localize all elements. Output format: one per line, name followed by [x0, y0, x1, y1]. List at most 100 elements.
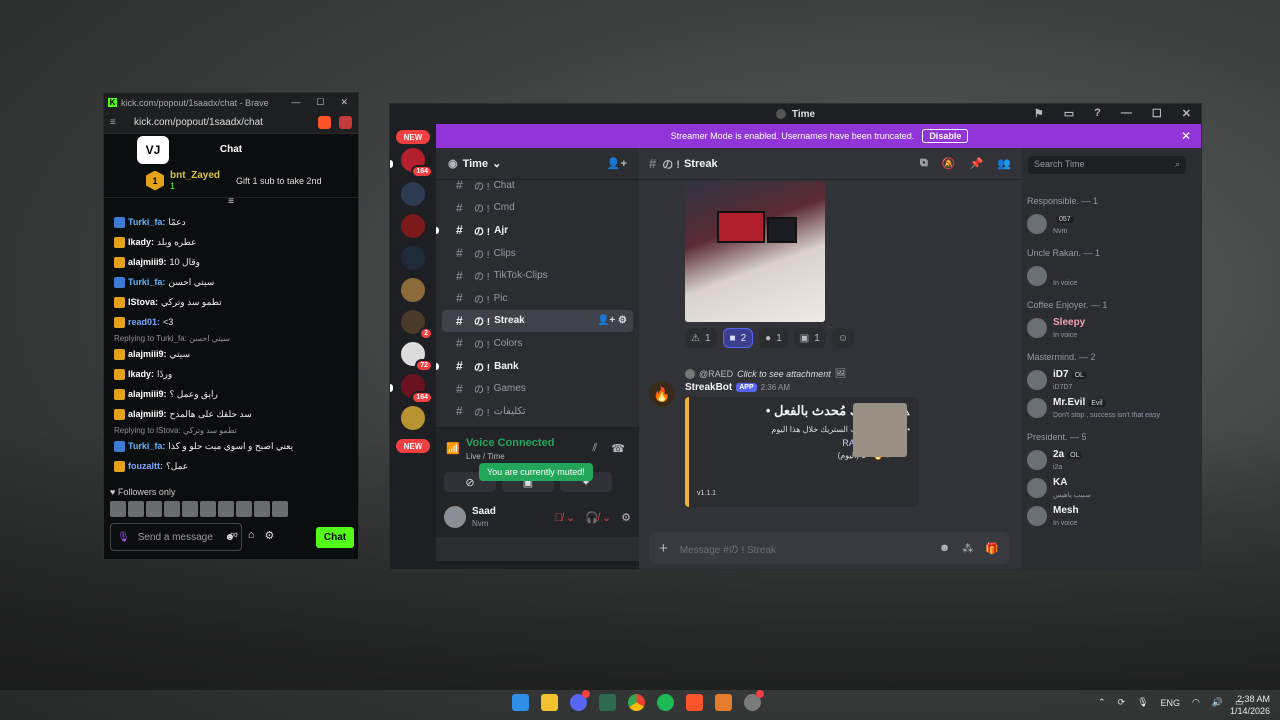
- sync-icon[interactable]: ⟳: [1118, 697, 1126, 708]
- channel-name[interactable]: Pic: [494, 293, 508, 304]
- channel-item[interactable]: # の ! Pic: [442, 287, 633, 310]
- start-icon[interactable]: [512, 694, 529, 711]
- channel-item[interactable]: # の ! Streak 👤+ ⚙: [442, 309, 633, 333]
- message-placeholder[interactable]: Message #の ! Streak: [680, 541, 776, 556]
- chat-message[interactable]: alajmiii9: سد حلقك على هالمدح: [114, 404, 348, 424]
- bot-name[interactable]: StreakBot: [685, 382, 732, 393]
- minimize-button[interactable]: —: [291, 97, 300, 108]
- inbox-icon[interactable]: ▭: [1064, 107, 1074, 120]
- invite-icon[interactable]: 👤+: [607, 157, 627, 170]
- url-text[interactable]: kick.com/popout/1saadx/chat: [134, 117, 263, 128]
- member-name[interactable]: 2a: [1053, 449, 1064, 460]
- members-icon[interactable]: 👥: [997, 157, 1011, 170]
- emote[interactable]: [218, 501, 234, 517]
- chat-message[interactable]: Turki_fa: سيتي احسن: [114, 272, 348, 292]
- channel-name[interactable]: تكليفات: [494, 406, 526, 417]
- wifi-icon[interactable]: ◠: [1192, 697, 1200, 708]
- avatar[interactable]: [1027, 266, 1047, 286]
- server-icon[interactable]: [399, 404, 427, 432]
- chat-message[interactable]: read01: <3: [114, 312, 348, 332]
- channel-name[interactable]: Clips: [494, 248, 516, 259]
- chat-message[interactable]: alajmiii9: رايق وعمل ؟: [114, 384, 348, 404]
- channel-item[interactable]: # の ! Games: [442, 377, 633, 400]
- server-icon[interactable]: 72: [399, 340, 433, 372]
- search-icon[interactable]: ⌕: [1175, 159, 1180, 170]
- settings-icon[interactable]: ⚙: [265, 529, 275, 542]
- discord-icon[interactable]: [570, 690, 590, 711]
- new-unread-pill[interactable]: NEW: [396, 439, 430, 453]
- chat-username[interactable]: lkady:: [128, 369, 154, 379]
- reply-preview[interactable]: @RAED Click to see attachment 🖼: [685, 368, 846, 379]
- username[interactable]: Saad: [472, 506, 496, 517]
- channel-item[interactable]: # の ! TikTok-Clips: [442, 264, 633, 287]
- help-icon[interactable]: ?: [1094, 107, 1101, 120]
- voice-status[interactable]: Voice Connected: [466, 437, 554, 449]
- channel-name[interactable]: Bank: [494, 361, 518, 372]
- points-icon[interactable]: ∞: [230, 529, 238, 542]
- server-icon[interactable]: 2: [399, 308, 433, 340]
- member-name[interactable]: KA: [1053, 477, 1067, 488]
- server-icon[interactable]: [399, 244, 427, 272]
- chat-username[interactable]: fouzaltt:: [128, 461, 163, 471]
- chat-message[interactable]: Turki_fa: يعني اصبح و اسوي ميت حلو و كذا: [114, 436, 348, 456]
- chat-username[interactable]: Turki_fa:: [128, 277, 165, 287]
- chevron-up-icon[interactable]: ⌃: [1098, 697, 1106, 708]
- gear-icon[interactable]: ⚙: [621, 511, 631, 524]
- channel-name[interactable]: TikTok-Clips: [494, 270, 548, 281]
- chat-input-placeholder[interactable]: Send a message: [138, 532, 213, 543]
- avatar[interactable]: [1027, 478, 1047, 498]
- chat-username[interactable]: lStova:: [128, 297, 158, 307]
- close-button[interactable]: ✕: [340, 97, 348, 108]
- notifications-icon[interactable]: 🔕: [942, 157, 956, 170]
- channel-item[interactable]: # の ! Clips: [442, 242, 633, 265]
- channel-name[interactable]: Cmd: [494, 202, 515, 213]
- chat-username[interactable]: alajmiii9:: [128, 409, 167, 419]
- chat-message[interactable]: alajmiii9: سيتي: [114, 344, 348, 364]
- add-reaction-icon[interactable]: ☺: [831, 328, 854, 348]
- reaction-button[interactable]: ▣ 1: [793, 328, 826, 348]
- search-input[interactable]: Search Time ⌕: [1028, 156, 1186, 174]
- pin-icon[interactable]: 📌: [970, 157, 984, 170]
- member-item[interactable]: In voice: [1027, 262, 1197, 290]
- new-unread-pill[interactable]: NEW: [396, 130, 430, 144]
- channel-settings-icon[interactable]: 👤+ ⚙: [597, 315, 633, 326]
- member-item[interactable]: KA سبيب ياهيس: [1027, 474, 1197, 502]
- reaction-button[interactable]: ⚠ 1: [685, 328, 717, 348]
- gift-icon[interactable]: 🎁: [985, 542, 999, 555]
- chat-message[interactable]: lkady: وردًا: [114, 364, 348, 384]
- chat-message[interactable]: lStova: تطمو سد وتركي: [114, 292, 348, 312]
- server-icon[interactable]: 164: [399, 372, 433, 404]
- avatar[interactable]: [444, 506, 466, 528]
- emote[interactable]: [182, 501, 198, 517]
- member-item[interactable]: Mr.Evil Evil Don't stop , success isn't th…: [1027, 394, 1197, 422]
- site-settings-icon[interactable]: ≡: [110, 117, 122, 128]
- attach-icon[interactable]: +: [659, 540, 668, 557]
- member-item[interactable]: 057 Nvm: [1027, 210, 1197, 238]
- app-icon[interactable]: [715, 694, 732, 711]
- emote[interactable]: [200, 501, 216, 517]
- steam-icon[interactable]: [744, 690, 764, 711]
- emoji-icon[interactable]: ☻: [939, 542, 951, 555]
- channel-name[interactable]: Games: [494, 383, 526, 394]
- address-bar[interactable]: ≡ kick.com/popout/1saadx/chat: [104, 112, 358, 134]
- threads-icon[interactable]: ⧉: [920, 157, 928, 170]
- chat-username[interactable]: Turki_fa:: [128, 217, 165, 227]
- chat-username[interactable]: alajmiii9:: [128, 257, 167, 267]
- channel-name[interactable]: Streak: [494, 315, 525, 326]
- close-banner-icon[interactable]: ✕: [1181, 129, 1191, 143]
- apps-icon[interactable]: ⁂: [962, 542, 973, 555]
- member-name[interactable]: iD7: [1053, 369, 1069, 380]
- server-icon[interactable]: 164: [399, 146, 433, 178]
- bot-avatar[interactable]: 🔥: [649, 381, 675, 407]
- noise-suppression-icon[interactable]: ⫽: [592, 442, 597, 455]
- chat-username[interactable]: alajmiii9:: [128, 349, 167, 359]
- chevron-down-icon[interactable]: ⌄: [492, 157, 501, 170]
- voice-location[interactable]: Live / Time: [466, 452, 505, 461]
- volume-icon[interactable]: 🔊: [1212, 697, 1223, 708]
- chat-message[interactable]: Turki_fa: دعمًا: [114, 212, 348, 232]
- channel-item[interactable]: # の ! Ajr: [436, 219, 633, 242]
- channel-name[interactable]: Ajr: [494, 225, 508, 236]
- chat-message[interactable]: alajmiii9: 10 وقال: [114, 252, 348, 272]
- brave-icon[interactable]: [686, 694, 703, 711]
- image-attachment[interactable]: [685, 181, 825, 322]
